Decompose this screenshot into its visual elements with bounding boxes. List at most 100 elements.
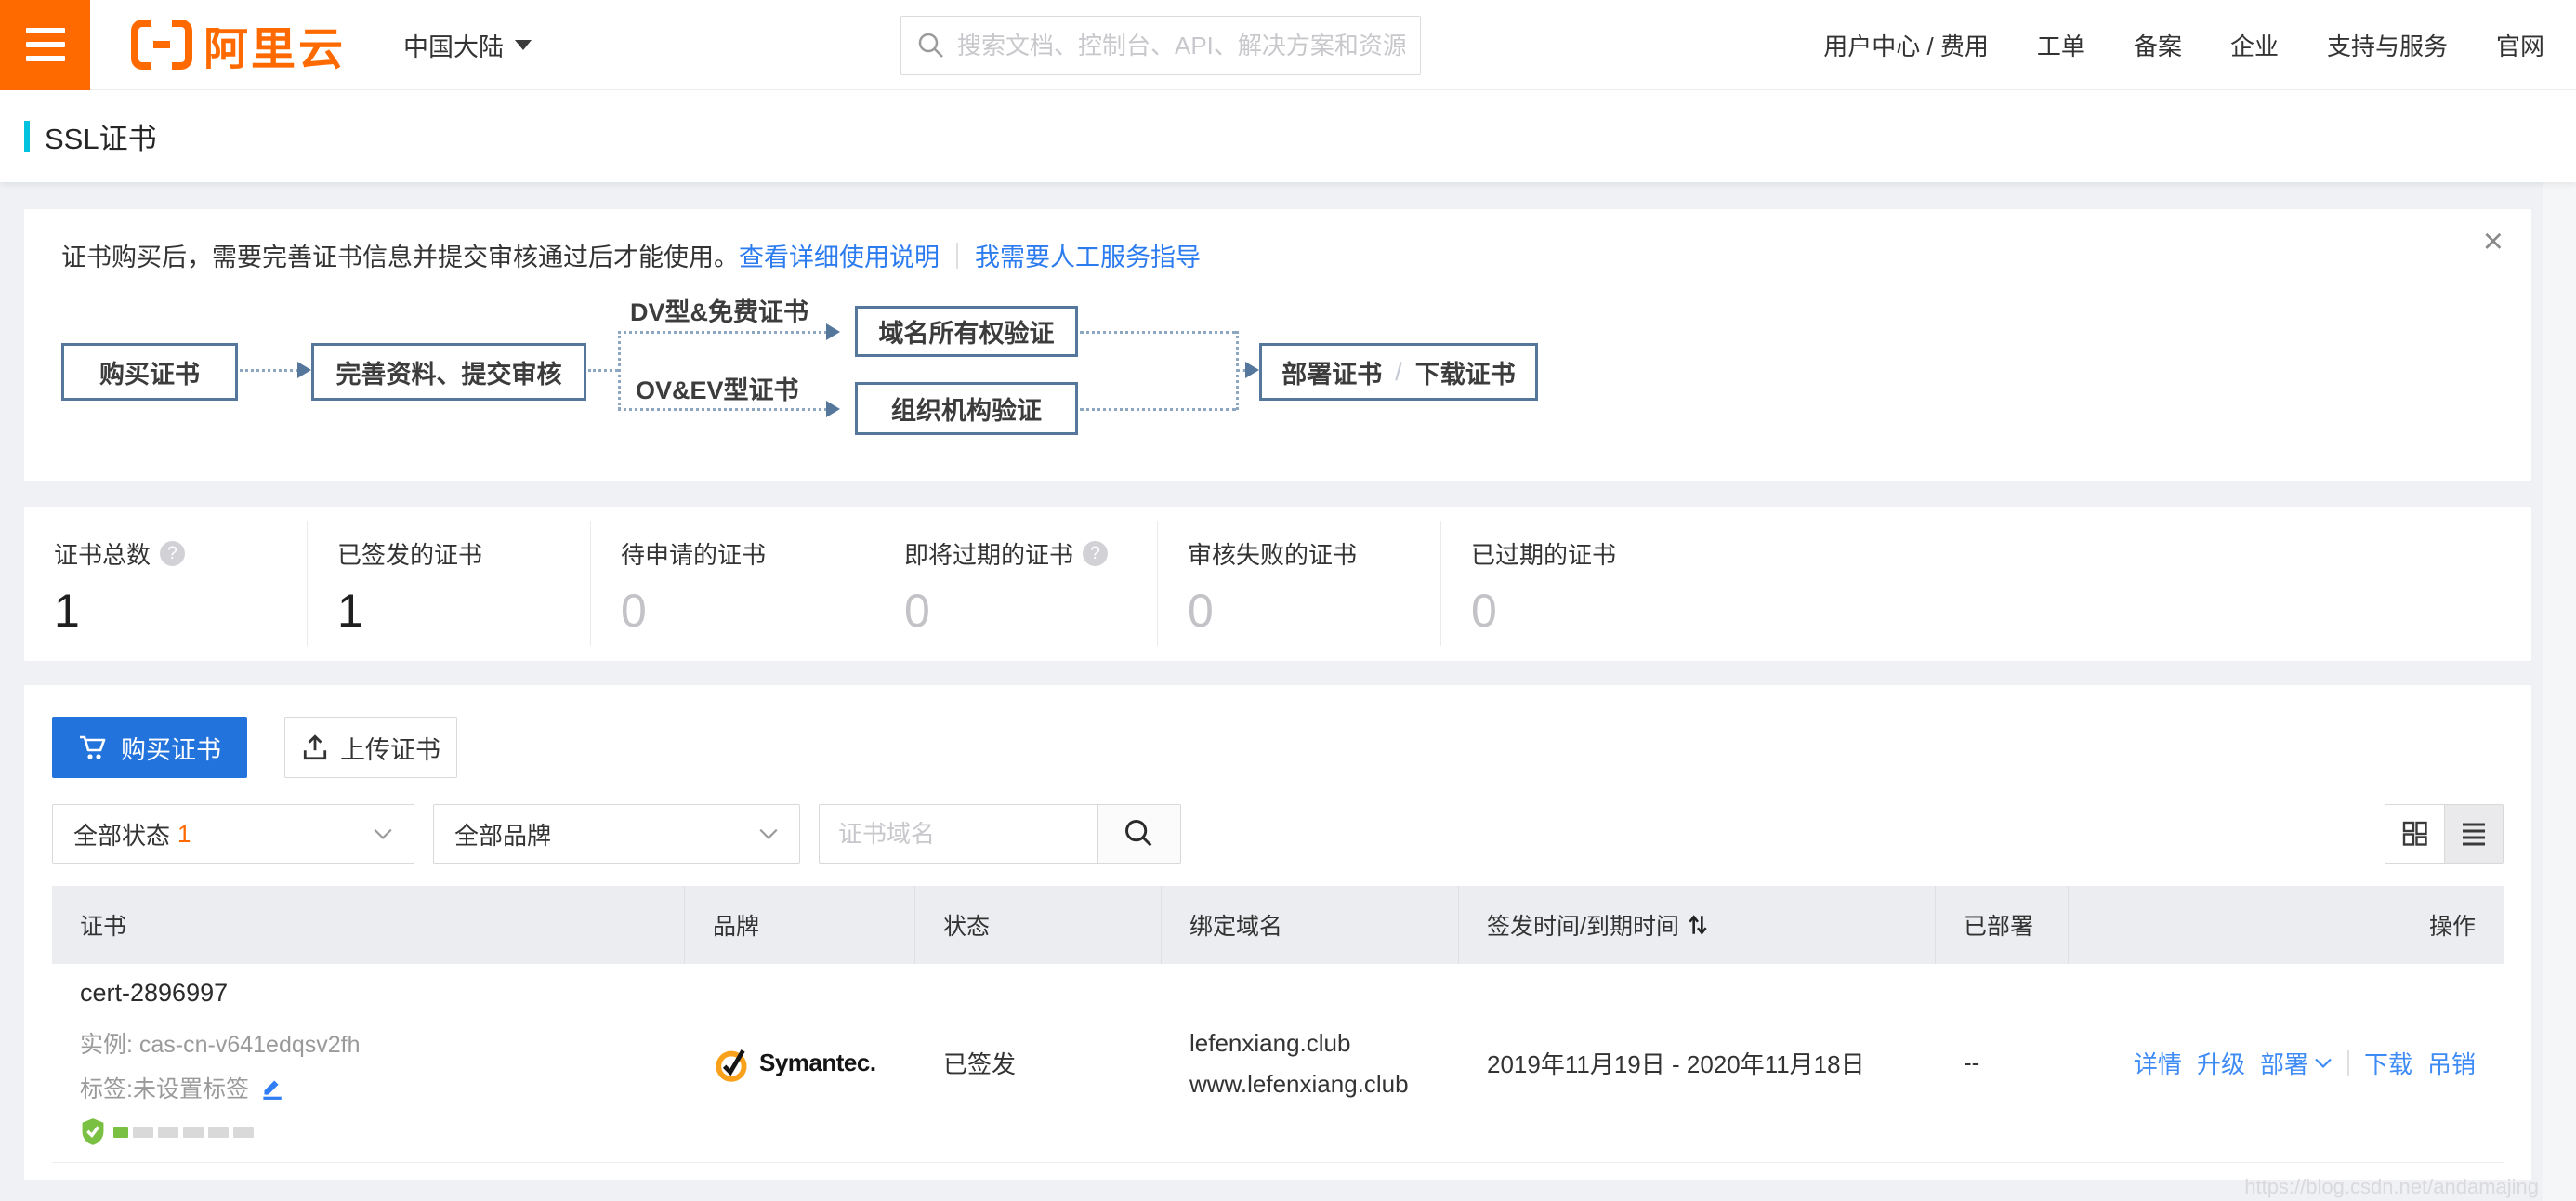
chevron-down-icon — [373, 827, 393, 840]
domain-search-group — [819, 804, 1181, 864]
nav-icp[interactable]: 备案 — [2134, 28, 2182, 62]
global-search-box[interactable] — [900, 16, 1421, 75]
workflow-banner-card: 证书购买后，需要完善证书信息并提交审核通过后才能使用。 查看详细使用说明 我需要… — [24, 209, 2531, 481]
nav-user-center[interactable]: 用户中心 / 费用 — [1823, 28, 1989, 62]
stat-failed: 审核失败的证书 0 — [1158, 521, 1441, 646]
stat-value: 0 — [1188, 584, 1440, 638]
security-rating — [80, 1117, 685, 1147]
banner-message: 证书购买后，需要完善证书信息并提交审核通过后才能使用。 — [61, 237, 739, 273]
action-upgrade[interactable]: 升级 — [2197, 1046, 2245, 1080]
stat-pending: 待申请的证书 0 — [591, 521, 874, 646]
action-deploy-label: 部署 — [2260, 1046, 2308, 1080]
flow-branch-bottom-label: OV&EV型证书 — [636, 370, 799, 406]
help-icon[interactable]: ? — [1083, 541, 1108, 566]
certificate-workflow-diagram: 购买证书 完善资料、提交审核 DV型&免费证书 OV&EV型证书 域名所有权验证… — [61, 292, 2494, 450]
hamburger-menu-button[interactable] — [0, 0, 90, 90]
action-revoke[interactable]: 吊销 — [2427, 1046, 2476, 1080]
stat-expired: 已过期的证书 0 — [1441, 521, 2531, 646]
toolbar: 购买证书 上传证书 — [52, 717, 2504, 778]
manual-service-link[interactable]: 我需要人工服务指导 — [975, 237, 1201, 273]
status-filter-count: 1 — [177, 820, 191, 849]
cell-certificate: cert-2896997 实例: cas-cn-v641edqsv2fh 标签:… — [52, 979, 685, 1147]
search-icon — [1123, 817, 1156, 851]
arrow-right-icon — [297, 362, 311, 378]
region-label: 中国大陆 — [403, 27, 504, 63]
domain-search-input[interactable] — [819, 804, 1097, 864]
flow-step-complete: 完善资料、提交审核 — [311, 343, 586, 401]
brand-name: Symantec. — [759, 1049, 876, 1077]
stat-label: 即将过期的证书 — [904, 536, 1073, 571]
flow-connector — [588, 369, 618, 372]
domain-search-button[interactable] — [1097, 804, 1181, 864]
page-title-bar: SSL证书 — [0, 90, 2576, 182]
upload-certificate-button[interactable]: 上传证书 — [284, 717, 457, 778]
page-title: SSL证书 — [45, 115, 157, 157]
action-divider — [2347, 1050, 2349, 1076]
cell-deployed: -- — [1936, 1049, 2069, 1077]
action-detail[interactable]: 详情 — [2134, 1046, 2182, 1080]
help-icon[interactable]: ? — [160, 541, 185, 566]
domain-primary: lefenxiang.club — [1189, 1023, 1459, 1063]
title-accent-bar — [24, 121, 30, 152]
usage-guide-link[interactable]: 查看详细使用说明 — [739, 237, 940, 273]
action-deploy[interactable]: 部署 — [2260, 1046, 2333, 1080]
col-certificate: 证书 — [52, 886, 685, 964]
stats-card: 证书总数 ? 1 已签发的证书 1 待申请的证书 0 即将过期的证书 ? 0 审… — [24, 507, 2531, 661]
deployed-value: -- — [1964, 1049, 1979, 1076]
col-actions: 操作 — [2069, 886, 2504, 964]
col-status: 状态 — [915, 886, 1162, 964]
flow-step-deploy-download: 部署证书 / 下载证书 — [1259, 343, 1538, 401]
flow-branch-line — [618, 331, 621, 410]
symantec-logo-icon — [713, 1044, 752, 1083]
logo-dash-icon — [153, 41, 170, 48]
arrow-right-icon — [826, 401, 840, 417]
list-view-button[interactable] — [2444, 804, 2504, 864]
list-view-icon — [2460, 820, 2488, 848]
col-deployed: 已部署 — [1936, 886, 2069, 964]
upload-icon — [301, 733, 329, 761]
header-nav: 用户中心 / 费用 工单 备案 企业 支持与服务 官网 — [1823, 28, 2544, 62]
stat-value: 1 — [54, 584, 307, 638]
stat-issued: 已签发的证书 1 — [308, 521, 591, 646]
nav-support[interactable]: 支持与服务 — [2327, 28, 2448, 62]
global-search-input[interactable] — [957, 32, 1405, 60]
brand-filter-select[interactable]: 全部品牌 — [433, 804, 800, 864]
grid-view-icon — [2401, 820, 2429, 848]
rating-segments — [113, 1127, 254, 1138]
aliyun-logo[interactable]: 阿里云 — [131, 12, 346, 77]
shield-check-icon — [80, 1117, 106, 1147]
flow-step-domain-verify: 域名所有权验证 — [855, 306, 1078, 357]
card-view-button[interactable] — [2385, 804, 2444, 864]
buy-certificate-button[interactable]: 购买证书 — [52, 717, 247, 778]
sort-icon[interactable] — [1687, 913, 1709, 937]
status-filter-select[interactable]: 全部状态 1 — [52, 804, 414, 864]
stat-label: 证书总数 — [54, 536, 151, 571]
buy-button-label: 购买证书 — [121, 730, 221, 766]
vertical-scrollbar[interactable] — [2543, 182, 2576, 1201]
logo-bracket-left-icon — [131, 20, 151, 70]
logo-text: 阿里云 — [204, 12, 346, 77]
status-text: 已签发 — [943, 1050, 1016, 1078]
logo-bracket-right-icon — [172, 20, 192, 70]
col-domains: 绑定域名 — [1162, 886, 1459, 964]
arrow-right-icon — [826, 323, 840, 340]
nav-tickets[interactable]: 工单 — [2037, 28, 2085, 62]
col-brand: 品牌 — [685, 886, 915, 964]
stat-expiring: 即将过期的证书 ? 0 — [874, 521, 1158, 646]
flow-branch-top-label: DV型&免费证书 — [630, 292, 808, 328]
chevron-down-icon — [2314, 1057, 2333, 1069]
cell-period: 2019年11月19日 - 2020年11月18日 — [1459, 1046, 1936, 1080]
edit-tag-icon[interactable] — [258, 1075, 284, 1101]
nav-enterprise[interactable]: 企业 — [2230, 28, 2279, 62]
stat-value: 0 — [1471, 584, 2531, 638]
cart-icon — [78, 732, 108, 762]
search-icon — [916, 31, 946, 60]
region-selector[interactable]: 中国大陆 — [403, 27, 532, 63]
flow-connector — [240, 369, 298, 372]
nav-official-site[interactable]: 官网 — [2496, 28, 2544, 62]
flow-deploy-label: 部署证书 — [1281, 354, 1382, 390]
action-download[interactable]: 下载 — [2364, 1046, 2412, 1080]
banner-close-icon[interactable]: × — [2483, 224, 2504, 259]
cell-status: 已签发 — [915, 1046, 1162, 1080]
validity-period: 2019年11月19日 - 2020年11月18日 — [1487, 1050, 1865, 1078]
